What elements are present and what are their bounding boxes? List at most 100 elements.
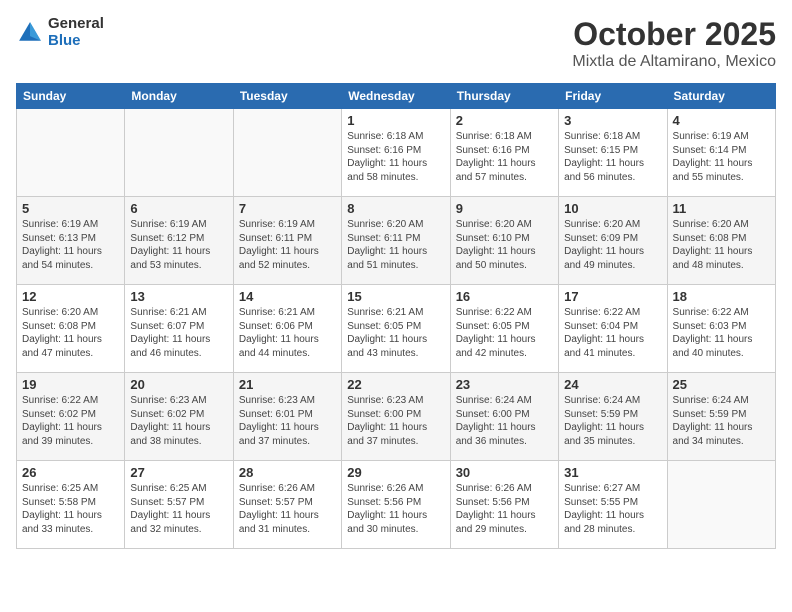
day-info: Sunrise: 6:19 AM Sunset: 6:11 PM Dayligh…: [239, 218, 336, 272]
day-number: 11: [673, 201, 770, 216]
calendar-cell: 25 Sunrise: 6:24 AM Sunset: 5:59 PM Dayli…: [667, 373, 775, 461]
day-number: 25: [673, 377, 770, 392]
day-info: Sunrise: 6:20 AM Sunset: 6:09 PM Dayligh…: [564, 218, 661, 272]
day-info: Sunrise: 6:21 AM Sunset: 6:06 PM Dayligh…: [239, 306, 336, 360]
day-info: Sunrise: 6:27 AM Sunset: 5:55 PM Dayligh…: [564, 482, 661, 536]
day-info: Sunrise: 6:22 AM Sunset: 6:03 PM Dayligh…: [673, 306, 770, 360]
calendar-cell: 7Sunrise: 6:19 AM Sunset: 6:11 PM Daylig…: [233, 197, 341, 285]
day-number: 30: [456, 465, 553, 480]
logo-icon: [16, 19, 44, 47]
calendar-cell: 27 Sunrise: 6:25 AM Sunset: 5:57 PM Dayli…: [125, 461, 233, 549]
calendar-cell: 16 Sunrise: 6:22 AM Sunset: 6:05 PM Dayli…: [450, 285, 558, 373]
calendar-cell: 14Sunrise: 6:21 AM Sunset: 6:06 PM Dayli…: [233, 285, 341, 373]
day-number: 18: [673, 289, 770, 304]
day-number: 5: [22, 201, 119, 216]
day-info: Sunrise: 6:23 AM Sunset: 6:01 PM Dayligh…: [239, 394, 336, 448]
day-info: Sunrise: 6:20 AM Sunset: 6:11 PM Dayligh…: [347, 218, 444, 272]
day-info: Sunrise: 6:19 AM Sunset: 6:12 PM Dayligh…: [130, 218, 227, 272]
calendar-cell: 28 Sunrise: 6:26 AM Sunset: 5:57 PM Dayli…: [233, 461, 341, 549]
logo-text: General Blue: [48, 16, 104, 49]
day-info: Sunrise: 6:26 AM Sunset: 5:56 PM Dayligh…: [456, 482, 553, 536]
calendar-cell: 26 Sunrise: 6:25 AM Sunset: 5:58 PM Dayli…: [17, 461, 125, 549]
calendar-cell: 17 Sunrise: 6:22 AM Sunset: 6:04 PM Dayli…: [559, 285, 667, 373]
calendar-cell: 8 Sunrise: 6:20 AM Sunset: 6:11 PM Daylig…: [342, 197, 450, 285]
calendar-cell: 22Sunrise: 6:23 AM Sunset: 6:00 PM Dayli…: [342, 373, 450, 461]
calendar-week-row: 1 Sunrise: 6:18 AM Sunset: 6:16 PM Daylig…: [17, 109, 776, 197]
calendar-cell: 15 Sunrise: 6:21 AM Sunset: 6:05 PM Dayli…: [342, 285, 450, 373]
calendar-cell: 1Sunrise: 6:18 AM Sunset: 6:16 PM Daylig…: [342, 109, 450, 197]
day-info: Sunrise: 6:18 AM Sunset: 6:15 PM Dayligh…: [564, 130, 661, 184]
day-info: Sunrise: 6:23 AM Sunset: 6:02 PM Dayligh…: [130, 394, 227, 448]
calendar-cell: 6 Sunrise: 6:19 AM Sunset: 6:12 PM Daylig…: [125, 197, 233, 285]
day-number: 16: [456, 289, 553, 304]
day-number: 3: [564, 113, 661, 128]
calendar-table: SundayMondayTuesdayWednesdayThursdayFrid…: [16, 83, 776, 549]
weekday-header-friday: Friday: [559, 84, 667, 109]
day-info: Sunrise: 6:26 AM Sunset: 5:56 PM Dayligh…: [347, 482, 444, 536]
day-info: Sunrise: 6:18 AM Sunset: 6:16 PM Dayligh…: [456, 130, 553, 184]
calendar-cell: 5 Sunrise: 6:19 AM Sunset: 6:13 PM Daylig…: [17, 197, 125, 285]
day-info: Sunrise: 6:24 AM Sunset: 6:00 PM Dayligh…: [456, 394, 553, 448]
day-info: Sunrise: 6:25 AM Sunset: 5:57 PM Dayligh…: [130, 482, 227, 536]
calendar-cell: 30 Sunrise: 6:26 AM Sunset: 5:56 PM Dayli…: [450, 461, 558, 549]
day-number: 8: [347, 201, 444, 216]
day-number: 24: [564, 377, 661, 392]
day-info: Sunrise: 6:22 AM Sunset: 6:04 PM Dayligh…: [564, 306, 661, 360]
calendar-cell: 13 Sunrise: 6:21 AM Sunset: 6:07 PM Dayli…: [125, 285, 233, 373]
calendar-week-row: 26 Sunrise: 6:25 AM Sunset: 5:58 PM Dayli…: [17, 461, 776, 549]
day-number: 1: [347, 113, 444, 128]
day-number: 4: [673, 113, 770, 128]
calendar-week-row: 5 Sunrise: 6:19 AM Sunset: 6:13 PM Daylig…: [17, 197, 776, 285]
day-number: 13: [130, 289, 227, 304]
day-info: Sunrise: 6:20 AM Sunset: 6:10 PM Dayligh…: [456, 218, 553, 272]
day-number: 10: [564, 201, 661, 216]
day-info: Sunrise: 6:24 AM Sunset: 5:59 PM Dayligh…: [564, 394, 661, 448]
calendar-cell: [125, 109, 233, 197]
calendar-cell: 18 Sunrise: 6:22 AM Sunset: 6:03 PM Dayli…: [667, 285, 775, 373]
logo-blue: Blue: [48, 33, 104, 50]
day-info: Sunrise: 6:21 AM Sunset: 6:05 PM Dayligh…: [347, 306, 444, 360]
day-number: 15: [347, 289, 444, 304]
day-info: Sunrise: 6:22 AM Sunset: 6:05 PM Dayligh…: [456, 306, 553, 360]
day-number: 19: [22, 377, 119, 392]
calendar-cell: 19 Sunrise: 6:22 AM Sunset: 6:02 PM Dayli…: [17, 373, 125, 461]
day-info: Sunrise: 6:19 AM Sunset: 6:13 PM Dayligh…: [22, 218, 119, 272]
day-number: 12: [22, 289, 119, 304]
day-info: Sunrise: 6:22 AM Sunset: 6:02 PM Dayligh…: [22, 394, 119, 448]
day-number: 23: [456, 377, 553, 392]
day-number: 29: [347, 465, 444, 480]
calendar-week-row: 19 Sunrise: 6:22 AM Sunset: 6:02 PM Dayli…: [17, 373, 776, 461]
day-info: Sunrise: 6:26 AM Sunset: 5:57 PM Dayligh…: [239, 482, 336, 536]
day-number: 20: [130, 377, 227, 392]
calendar-cell: 4Sunrise: 6:19 AM Sunset: 6:14 PM Daylig…: [667, 109, 775, 197]
weekday-header-wednesday: Wednesday: [342, 84, 450, 109]
calendar-cell: 11Sunrise: 6:20 AM Sunset: 6:08 PM Dayli…: [667, 197, 775, 285]
calendar-cell: 12 Sunrise: 6:20 AM Sunset: 6:08 PM Dayli…: [17, 285, 125, 373]
day-number: 26: [22, 465, 119, 480]
weekday-header-saturday: Saturday: [667, 84, 775, 109]
day-number: 28: [239, 465, 336, 480]
day-info: Sunrise: 6:25 AM Sunset: 5:58 PM Dayligh…: [22, 482, 119, 536]
day-number: 22: [347, 377, 444, 392]
calendar-cell: 21Sunrise: 6:23 AM Sunset: 6:01 PM Dayli…: [233, 373, 341, 461]
day-info: Sunrise: 6:21 AM Sunset: 6:07 PM Dayligh…: [130, 306, 227, 360]
calendar-cell: [17, 109, 125, 197]
day-number: 6: [130, 201, 227, 216]
calendar-cell: 10 Sunrise: 6:20 AM Sunset: 6:09 PM Dayli…: [559, 197, 667, 285]
month-title: October 2025: [572, 16, 776, 53]
logo: General Blue: [16, 16, 104, 49]
calendar-week-row: 12 Sunrise: 6:20 AM Sunset: 6:08 PM Dayli…: [17, 285, 776, 373]
weekday-header-tuesday: Tuesday: [233, 84, 341, 109]
day-number: 9: [456, 201, 553, 216]
day-info: Sunrise: 6:20 AM Sunset: 6:08 PM Dayligh…: [22, 306, 119, 360]
calendar-cell: 2Sunrise: 6:18 AM Sunset: 6:16 PM Daylig…: [450, 109, 558, 197]
day-number: 17: [564, 289, 661, 304]
day-number: 31: [564, 465, 661, 480]
day-info: Sunrise: 6:24 AM Sunset: 5:59 PM Dayligh…: [673, 394, 770, 448]
page-header: General Blue October 2025 Mixtla de Alta…: [16, 16, 776, 71]
weekday-header-thursday: Thursday: [450, 84, 558, 109]
calendar-header-row: SundayMondayTuesdayWednesdayThursdayFrid…: [17, 84, 776, 109]
calendar-cell: 9 Sunrise: 6:20 AM Sunset: 6:10 PM Daylig…: [450, 197, 558, 285]
day-number: 27: [130, 465, 227, 480]
calendar-cell: 29 Sunrise: 6:26 AM Sunset: 5:56 PM Dayli…: [342, 461, 450, 549]
